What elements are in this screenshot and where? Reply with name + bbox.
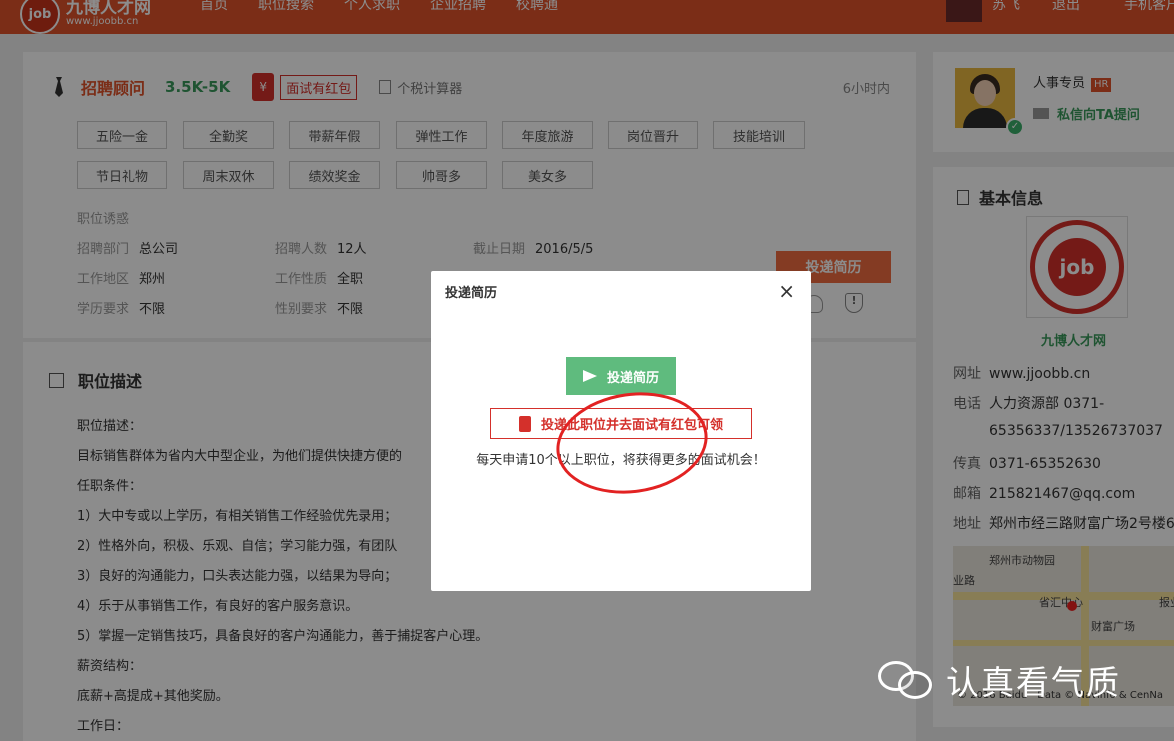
- paper-plane-icon: [582, 370, 597, 382]
- wechat-watermark: 认真看气质: [878, 656, 1121, 704]
- wechat-icon: [878, 657, 936, 703]
- modal-apply-label: 投递简历: [606, 370, 659, 386]
- watermark-text: 认真看气质: [946, 663, 1121, 702]
- close-icon[interactable]: ×: [778, 279, 795, 303]
- modal-apply-button[interactable]: 投递简历: [566, 357, 676, 395]
- red-packet-icon: [518, 415, 531, 432]
- modal-title: 投递简历: [445, 286, 498, 301]
